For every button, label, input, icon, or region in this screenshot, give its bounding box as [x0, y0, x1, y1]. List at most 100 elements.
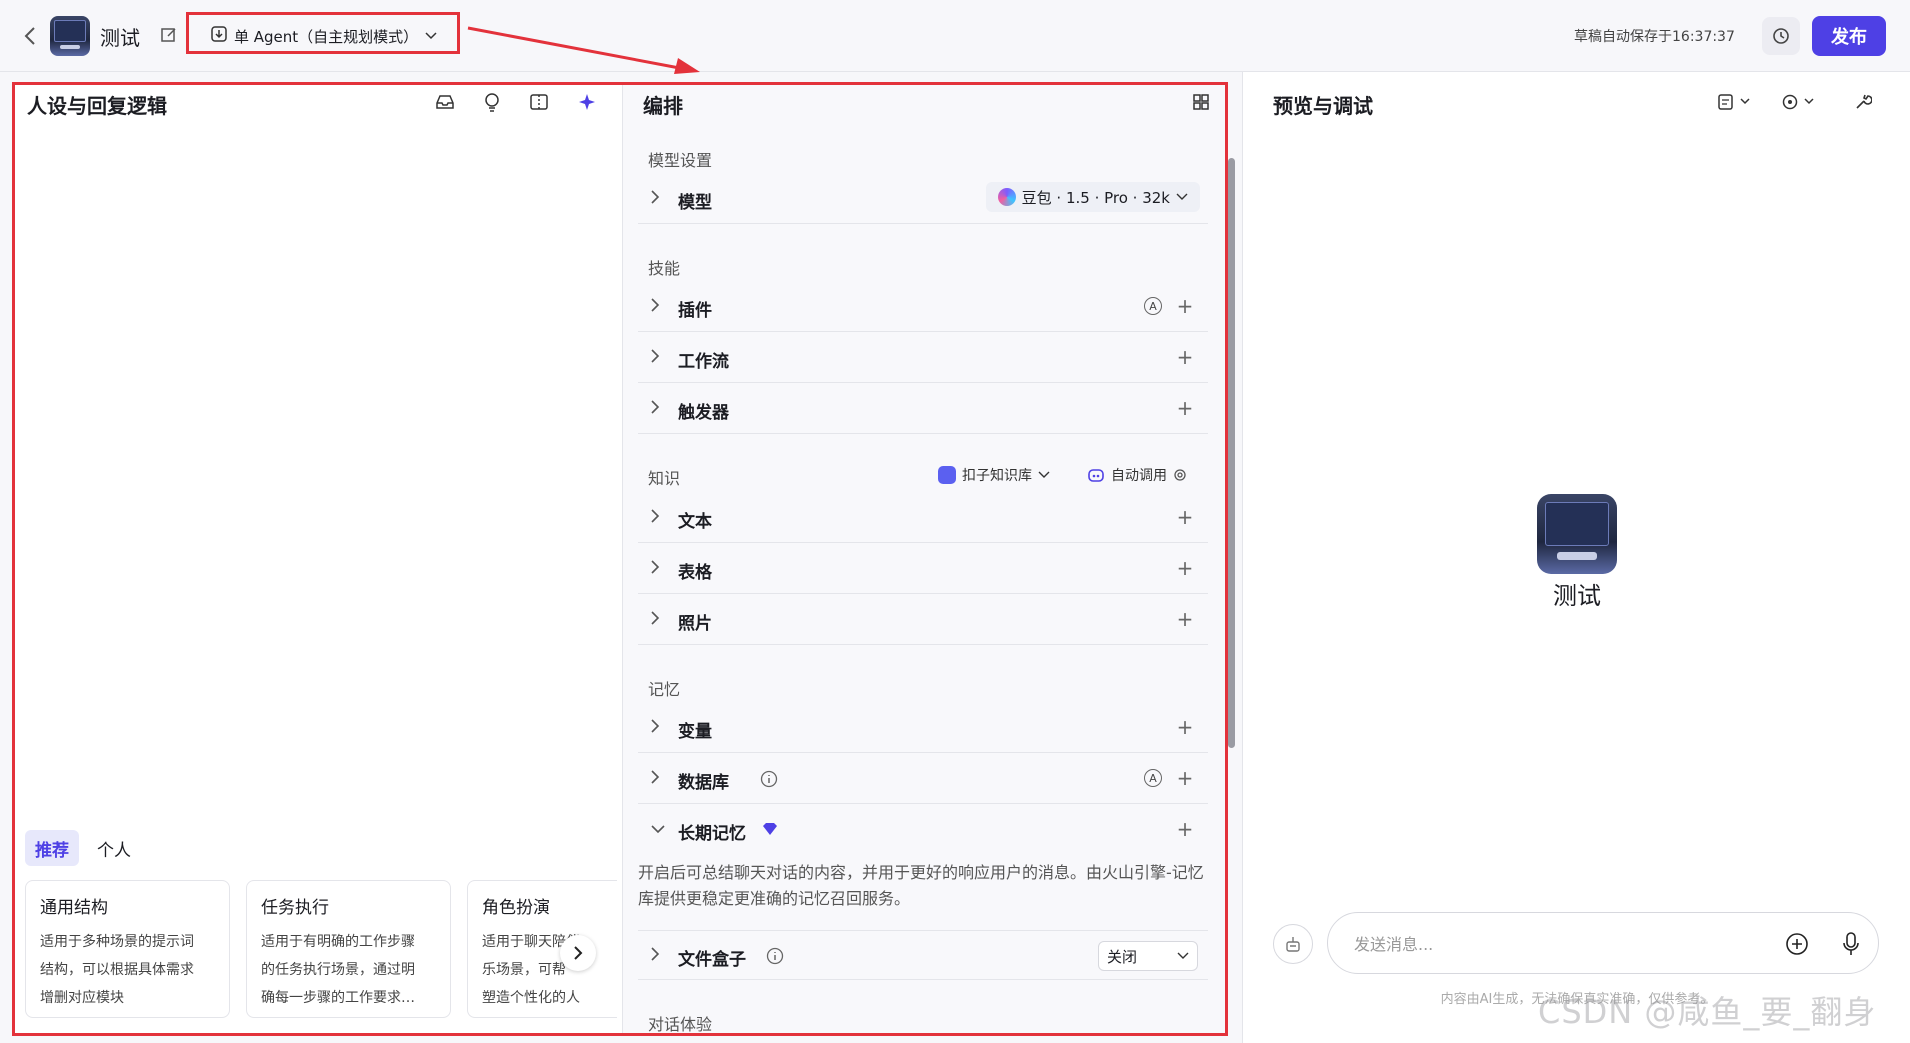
persona-panel: 人设与回复逻辑 推荐 个人 通用结构 适用于多种场景的提示词 结构，可以根据具体…	[15, 85, 622, 1033]
add-icon[interactable]: +	[1174, 294, 1196, 318]
agent-mode-dropdown[interactable]: 单 Agent（自主规划模式）	[200, 22, 448, 50]
skill-row-trigger[interactable]: 触发器 +	[638, 384, 1208, 434]
memory-label: 数据库	[678, 773, 729, 793]
preview-title: 预览与调试	[1273, 94, 1373, 118]
add-icon[interactable]: +	[1174, 556, 1196, 580]
chevron-right-icon	[574, 946, 583, 960]
chevron-right-icon	[650, 610, 666, 630]
memory-row-variable[interactable]: 变量 +	[638, 703, 1208, 753]
template-title: 任务执行	[261, 898, 329, 918]
auto-icon[interactable]: A	[1144, 769, 1162, 787]
scrollbar-thumb[interactable]	[1228, 158, 1235, 748]
chevron-down-icon	[1177, 952, 1189, 959]
voice-settings-dropdown[interactable]	[1779, 90, 1823, 114]
add-icon[interactable]: +	[1174, 607, 1196, 631]
add-icon[interactable]: +	[1174, 766, 1196, 790]
annotation-arrow	[467, 26, 700, 74]
section-skills: 技能	[648, 259, 681, 278]
knowledge-label: 文本	[678, 512, 712, 532]
section-dialog-experience: 对话体验	[648, 1015, 713, 1034]
knowledge-label: 表格	[678, 563, 712, 583]
section-model-settings: 模型设置	[648, 151, 713, 170]
section-knowledge: 知识	[648, 469, 681, 488]
chevron-down-icon	[424, 27, 438, 45]
orchestration-panel: 编排 模型设置 模型 豆包 · 1.5 · Pro · 32k 技能 插件 A …	[622, 85, 1225, 1034]
model-label: 模型	[678, 193, 712, 213]
knowledge-call-setting[interactable]: 自动调用	[1087, 465, 1187, 485]
skill-row-workflow[interactable]: 工作流 +	[638, 333, 1208, 383]
auto-icon[interactable]: A	[1144, 297, 1162, 315]
preview-bot-avatar	[1537, 494, 1617, 574]
info-icon[interactable]	[760, 770, 778, 792]
ai-optimize-icon[interactable]	[575, 90, 599, 114]
file-box-row[interactable]: 文件盒子 关闭	[638, 930, 1208, 980]
chevron-down-icon	[650, 820, 666, 840]
memory-label: 长期记忆	[678, 824, 746, 844]
add-icon[interactable]: +	[1174, 345, 1196, 369]
model-row[interactable]: 模型 豆包 · 1.5 · Pro · 32k	[638, 174, 1208, 224]
chevron-right-icon	[650, 559, 666, 579]
memory-label: 变量	[678, 722, 712, 742]
debug-log-dropdown[interactable]	[1715, 90, 1759, 114]
tab-recommended[interactable]: 推荐	[25, 830, 79, 866]
chevron-right-icon	[650, 718, 666, 738]
template-desc: 适用于多种场景的提示词 结构，可以根据具体需求 增删对应模块	[40, 934, 194, 1006]
preview-bot-name: 测试	[1553, 582, 1601, 610]
add-icon[interactable]: +	[1174, 715, 1196, 739]
broom-icon	[1286, 937, 1300, 952]
tab-personal[interactable]: 个人	[87, 830, 141, 866]
memory-row-database[interactable]: 数据库 A +	[638, 754, 1208, 804]
preview-panel: 预览与调试 测试 内容由AI生成，无法确保真实准确，仅供参考。 CSDN @咸鱼…	[1242, 72, 1910, 1043]
wrench-icon[interactable]	[1851, 90, 1875, 114]
top-bar: 测试 单 Agent（自主规划模式） 草稿自动保存于16:37:37 发布	[0, 0, 1910, 72]
model-select[interactable]: 豆包 · 1.5 · Pro · 32k	[985, 182, 1200, 212]
skill-label: 插件	[678, 301, 712, 321]
add-attachment-icon[interactable]	[1784, 931, 1810, 957]
publish-button[interactable]: 发布	[1812, 16, 1886, 56]
chevron-right-icon	[650, 769, 666, 789]
skill-label: 工作流	[678, 352, 729, 372]
chevron-down-icon	[1176, 193, 1188, 200]
history-button[interactable]	[1762, 17, 1800, 55]
skill-row-plugin[interactable]: 插件 A +	[638, 282, 1208, 332]
knowledge-row-text[interactable]: 文本 +	[638, 493, 1208, 543]
coze-kb-icon	[938, 466, 956, 484]
section-memory: 记忆	[648, 680, 681, 699]
add-icon[interactable]: +	[1174, 505, 1196, 529]
bot-avatar[interactable]	[50, 16, 90, 56]
watermark: CSDN @咸鱼_要_翻身	[1538, 993, 1877, 1031]
chevron-right-icon	[650, 399, 666, 419]
bulb-icon[interactable]	[480, 90, 504, 114]
back-arrow-icon[interactable]	[20, 24, 40, 48]
knowledge-row-photo[interactable]: 照片 +	[638, 595, 1208, 645]
knowledge-label: 照片	[678, 614, 712, 634]
edit-icon[interactable]	[160, 26, 180, 46]
agent-mode-icon	[210, 25, 228, 47]
memory-row-long-term[interactable]: 长期记忆 +	[638, 805, 1208, 855]
knowledge-row-table[interactable]: 表格 +	[638, 544, 1208, 594]
long-memory-description: 开启后可总结聊天对话的内容，并用于更好的响应用户的消息。由火山引擎-记忆库提供更…	[638, 863, 1204, 908]
inbox-icon[interactable]	[433, 90, 457, 114]
message-input[interactable]	[1354, 929, 1754, 959]
orchestration-scrollbar[interactable]	[1226, 140, 1236, 1040]
template-card[interactable]: 任务执行 适用于有明确的工作步骤 的任务执行场景，通过明 确每一步骤的工作要求…	[246, 880, 451, 1018]
microphone-icon[interactable]	[1840, 931, 1862, 957]
add-icon[interactable]: +	[1174, 817, 1196, 841]
chevron-down-icon	[1038, 471, 1050, 478]
add-icon[interactable]: +	[1174, 396, 1196, 420]
autosave-status: 草稿自动保存于16:37:37	[1574, 29, 1735, 45]
knowledge-source-select[interactable]: 扣子知识库	[938, 465, 1050, 485]
chevron-right-icon	[650, 946, 666, 966]
chevron-right-icon	[650, 508, 666, 528]
file-box-label: 文件盒子	[678, 950, 746, 970]
template-card[interactable]: 通用结构 适用于多种场景的提示词 结构，可以根据具体需求 增删对应模块	[25, 880, 230, 1018]
file-box-select[interactable]: 关闭	[1098, 941, 1198, 971]
info-icon[interactable]	[766, 947, 784, 969]
model-value: 豆包 · 1.5 · Pro · 32k	[1021, 188, 1170, 207]
template-title: 角色扮演	[482, 898, 550, 918]
layout-grid-icon[interactable]	[1189, 90, 1213, 114]
next-templates-button[interactable]	[560, 935, 596, 971]
split-view-icon[interactable]	[527, 90, 551, 114]
clear-context-button[interactable]	[1273, 924, 1313, 964]
orchestration-title: 编排	[643, 94, 683, 118]
